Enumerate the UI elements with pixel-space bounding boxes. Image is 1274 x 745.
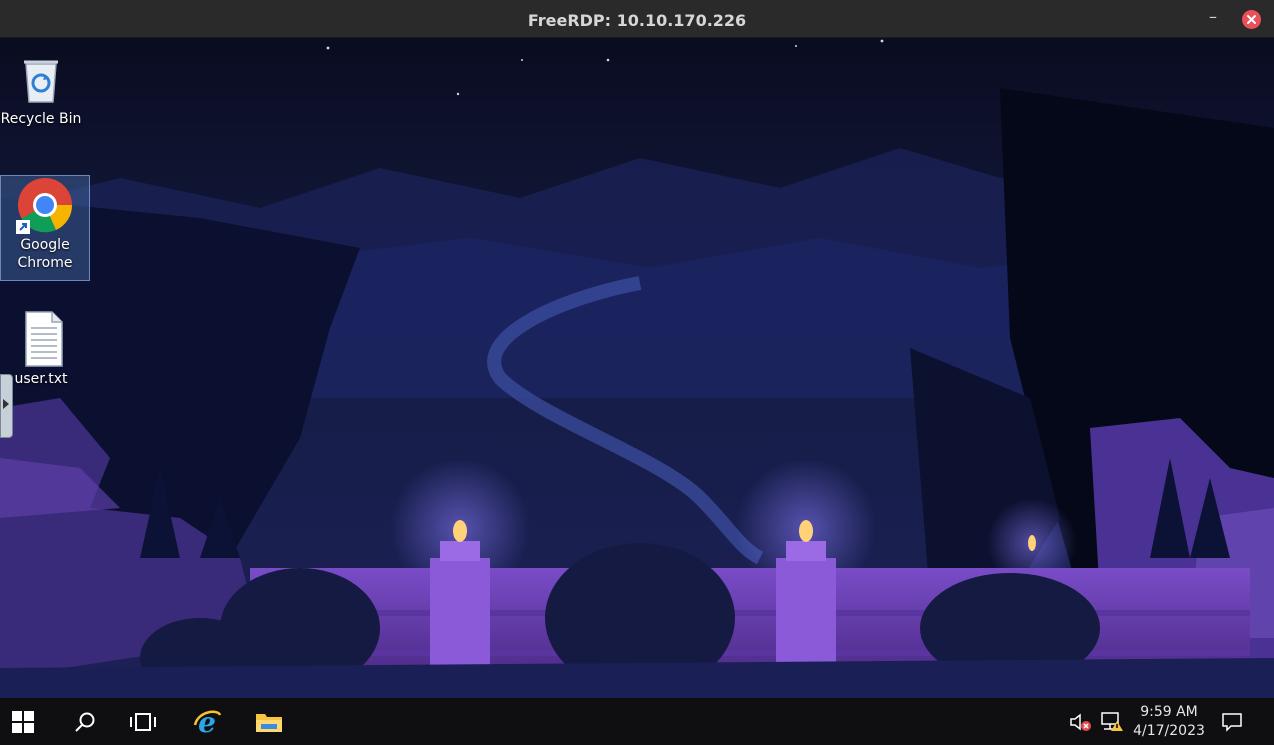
file-explorer-button[interactable] bbox=[246, 698, 292, 745]
window-titlebar[interactable]: FreeRDP: 10.10.170.226 – bbox=[0, 0, 1274, 38]
close-button[interactable] bbox=[1242, 10, 1261, 29]
desktop-icon-label: Google Chrome bbox=[17, 237, 73, 271]
desktop-icon-google-chrome[interactable]: Google Chrome bbox=[0, 175, 90, 281]
speaker-muted-icon bbox=[1070, 712, 1091, 731]
network-warning-button[interactable] bbox=[1098, 698, 1126, 745]
desktop[interactable]: Recycle Bin Google Chrome user.txt bbox=[0, 38, 1274, 698]
task-view-button[interactable] bbox=[120, 698, 166, 745]
side-panel-handle[interactable] bbox=[0, 374, 13, 438]
window-title: FreeRDP: 10.10.170.226 bbox=[527, 11, 747, 30]
desktop-wallpaper bbox=[0, 38, 1274, 698]
search-icon bbox=[75, 712, 95, 732]
minimize-button[interactable]: – bbox=[1203, 8, 1223, 28]
shortcut-arrow-icon bbox=[16, 220, 30, 234]
action-center-button[interactable] bbox=[1212, 698, 1252, 745]
task-view-icon bbox=[130, 712, 156, 731]
internet-explorer-icon: e bbox=[193, 707, 222, 737]
recycle-bin-icon bbox=[12, 50, 70, 108]
file-explorer-icon bbox=[256, 713, 282, 732]
clock[interactable]: 9:59 AM 4/17/2023 bbox=[1130, 703, 1208, 741]
taskbar: e bbox=[0, 698, 1274, 745]
start-icon bbox=[12, 710, 34, 733]
desktop-icon-label: Recycle Bin bbox=[0, 111, 82, 127]
start-button[interactable] bbox=[0, 698, 46, 745]
internet-explorer-button[interactable]: e bbox=[184, 698, 230, 745]
text-file-icon bbox=[12, 310, 70, 368]
clock-time: 9:59 AM bbox=[1140, 704, 1198, 720]
search-button[interactable] bbox=[62, 698, 108, 745]
clock-date: 4/17/2023 bbox=[1133, 723, 1205, 739]
chevron-right-icon bbox=[3, 399, 9, 409]
close-icon bbox=[1247, 15, 1256, 24]
notification-icon bbox=[1222, 712, 1242, 732]
desktop-icon-recycle-bin[interactable]: Recycle Bin bbox=[0, 50, 84, 128]
volume-muted-button[interactable] bbox=[1068, 698, 1094, 745]
network-warning-icon bbox=[1101, 711, 1123, 731]
chrome-icon bbox=[16, 176, 74, 234]
